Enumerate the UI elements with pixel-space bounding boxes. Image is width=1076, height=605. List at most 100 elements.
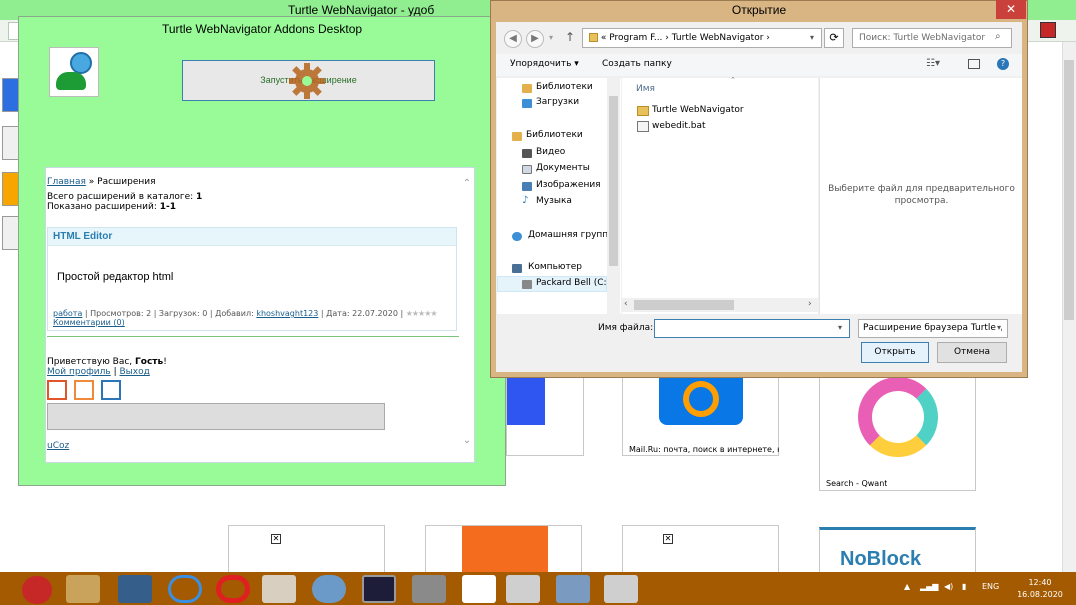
filename-input[interactable] xyxy=(654,319,850,338)
catalog-scrollbar[interactable]: ⌃ ⌄ xyxy=(460,168,474,462)
filetype-dropdown-icon[interactable]: ▾ xyxy=(997,323,1002,332)
total-value: 1 xyxy=(196,192,203,202)
volume-icon[interactable]: ◀) xyxy=(944,582,953,591)
firefox-icon[interactable] xyxy=(262,575,296,603)
clock[interactable]: 12:40 16.08.2020 xyxy=(1010,577,1070,601)
broken-image-icon: ✕ xyxy=(271,534,281,544)
recent-dropdown-icon[interactable]: ▾ xyxy=(549,33,553,42)
preview-pane-icon[interactable] xyxy=(968,59,980,69)
filename-dropdown-icon[interactable]: ▾ xyxy=(838,323,842,332)
path-segment-program-files[interactable]: Program F... xyxy=(609,33,662,43)
speed-dial-tile-4[interactable]: ✕ xyxy=(228,525,385,573)
path-arrow[interactable]: › xyxy=(665,33,669,43)
author-link[interactable]: khoshvaght123 xyxy=(256,309,318,318)
speed-dial-tile-6[interactable]: ✕ xyxy=(622,525,779,573)
paint-icon[interactable] xyxy=(556,575,590,603)
speed-dial-tile-qwant[interactable]: Search - Qwant xyxy=(819,376,976,491)
turtle-navigator-icon[interactable] xyxy=(506,575,540,603)
address-dropdown-icon[interactable]: ▾ xyxy=(810,33,814,42)
file-explorer-icon[interactable] xyxy=(66,575,100,603)
at-sign-icon xyxy=(683,381,719,417)
file-item-webedit-bat[interactable]: webedit.bat xyxy=(652,121,706,131)
nav-item-homegroup[interactable]: Домашняя группа xyxy=(528,230,614,240)
profile-link[interactable]: Мой профиль xyxy=(47,367,111,377)
path-segment-turtle[interactable]: Turtle WebNavigator xyxy=(672,33,764,43)
search-input[interactable]: Поиск: Turtle WebNavigator xyxy=(852,28,1012,48)
scroll-down-icon[interactable]: ⌄ xyxy=(460,435,474,446)
tray-expand-icon[interactable]: ▲ xyxy=(904,582,910,591)
page-scrollbar-thumb[interactable] xyxy=(1064,60,1074,320)
nav-item-libraries[interactable]: Библиотеки xyxy=(526,130,583,140)
nav-item-downloads[interactable]: Загрузки xyxy=(536,97,579,107)
login-bar-button[interactable] xyxy=(47,403,385,430)
dialog-title: Открытие xyxy=(731,3,787,17)
control-panel-icon[interactable] xyxy=(118,575,152,603)
category-link[interactable]: работа xyxy=(53,309,82,318)
link-divider: | xyxy=(113,367,117,377)
orange-logo-icon xyxy=(462,526,548,574)
forward-button[interactable]: ▶ xyxy=(526,30,544,48)
greeting: Приветствую Вас, Гость! Мой профиль | Вы… xyxy=(47,357,167,377)
back-button[interactable]: ◀ xyxy=(504,30,522,48)
organize-button[interactable]: Упорядочить ▾ xyxy=(510,59,579,69)
cancel-button[interactable]: Отмена xyxy=(937,342,1007,363)
up-arrow-icon[interactable]: ↑ xyxy=(565,30,575,44)
documents-icon xyxy=(522,165,532,174)
media-player-icon[interactable] xyxy=(362,575,396,603)
scroll-right-icon[interactable]: › xyxy=(808,299,812,309)
abnet-icon[interactable] xyxy=(462,575,496,603)
turtle-addons-icon[interactable] xyxy=(604,575,638,603)
nav-item-music[interactable]: Музыка xyxy=(536,196,572,206)
social-icon-red[interactable] xyxy=(47,380,67,400)
path-arrow[interactable]: › xyxy=(766,33,770,43)
filename-label: Имя файла: xyxy=(598,323,654,333)
comments-link[interactable]: Комментарии (0) xyxy=(53,318,125,327)
file-hscrollbar-thumb[interactable] xyxy=(634,300,734,310)
opera-icon[interactable] xyxy=(216,575,250,603)
browser-red-button[interactable] xyxy=(1040,22,1056,38)
nav-item-video[interactable]: Видео xyxy=(536,147,565,157)
scroll-left-icon[interactable]: ‹ xyxy=(624,299,628,309)
nav-item-pictures[interactable]: Изображения xyxy=(536,180,601,190)
mailru-logo-icon xyxy=(659,377,743,425)
folder-icon xyxy=(637,106,649,116)
file-item-turtle-folder[interactable]: Turtle WebNavigator xyxy=(652,105,744,115)
speed-dial-tile-5[interactable] xyxy=(425,525,582,574)
extension-title[interactable]: HTML Editor xyxy=(53,231,112,242)
pictures-icon xyxy=(522,182,532,191)
speed-dial-tile-1[interactable] xyxy=(506,376,584,456)
internet-explorer-icon[interactable] xyxy=(168,575,202,603)
speed-dial-tile-mailru[interactable]: Mail.Ru: почта, поиск в интернете, новос… xyxy=(622,376,779,456)
rating-stars-icon[interactable]: ★★★★★ xyxy=(406,309,438,318)
new-folder-button[interactable]: Создать папку xyxy=(602,59,672,69)
battery-icon[interactable]: ▮ xyxy=(962,582,966,591)
ucoz-link[interactable]: uCoz xyxy=(47,441,69,451)
tile-caption: Mail.Ru: почта, поиск в интернете, новос… xyxy=(629,445,779,454)
nav-item-libraries-top[interactable]: Библиотеки xyxy=(536,82,593,92)
column-header-name[interactable]: Имя xyxy=(636,84,655,94)
network-icon[interactable]: ▂▄▆ xyxy=(920,582,938,591)
logout-link[interactable]: Выход xyxy=(119,367,149,377)
path-overflow[interactable]: « xyxy=(601,33,607,43)
language-indicator[interactable]: ENG xyxy=(982,582,999,591)
nav-item-documents[interactable]: Документы xyxy=(536,163,590,173)
view-options-icon[interactable]: ☷▾ xyxy=(926,58,940,69)
address-breadcrumb[interactable]: « Program F... › Turtle WebNavigator › xyxy=(582,28,822,48)
power-icon[interactable] xyxy=(22,576,52,604)
refresh-button[interactable]: ⟳ xyxy=(824,28,844,48)
thunderbird-icon[interactable] xyxy=(312,575,346,603)
close-icon[interactable]: ✕ xyxy=(996,0,1026,19)
scroll-up-icon[interactable]: ⌃ xyxy=(460,178,474,189)
filetype-select[interactable]: Расширение браузера Turtle \ xyxy=(858,319,1008,338)
social-icon-blue[interactable] xyxy=(101,380,121,400)
help-icon[interactable]: ? xyxy=(997,58,1009,70)
nav-scrollbar-thumb[interactable] xyxy=(609,96,618,266)
app-grid-icon[interactable] xyxy=(412,575,446,603)
social-icon-orange[interactable] xyxy=(74,380,94,400)
breadcrumb-home-link[interactable]: Главная xyxy=(47,177,86,187)
speed-dial-tile-noblock[interactable]: NoBlock xyxy=(819,527,976,573)
open-button[interactable]: Открыть xyxy=(861,342,929,363)
nav-item-drive-c[interactable]: Packard Bell (C:) xyxy=(536,278,610,288)
greeting-suffix: ! xyxy=(163,357,167,367)
nav-item-computer[interactable]: Компьютер xyxy=(528,262,582,272)
